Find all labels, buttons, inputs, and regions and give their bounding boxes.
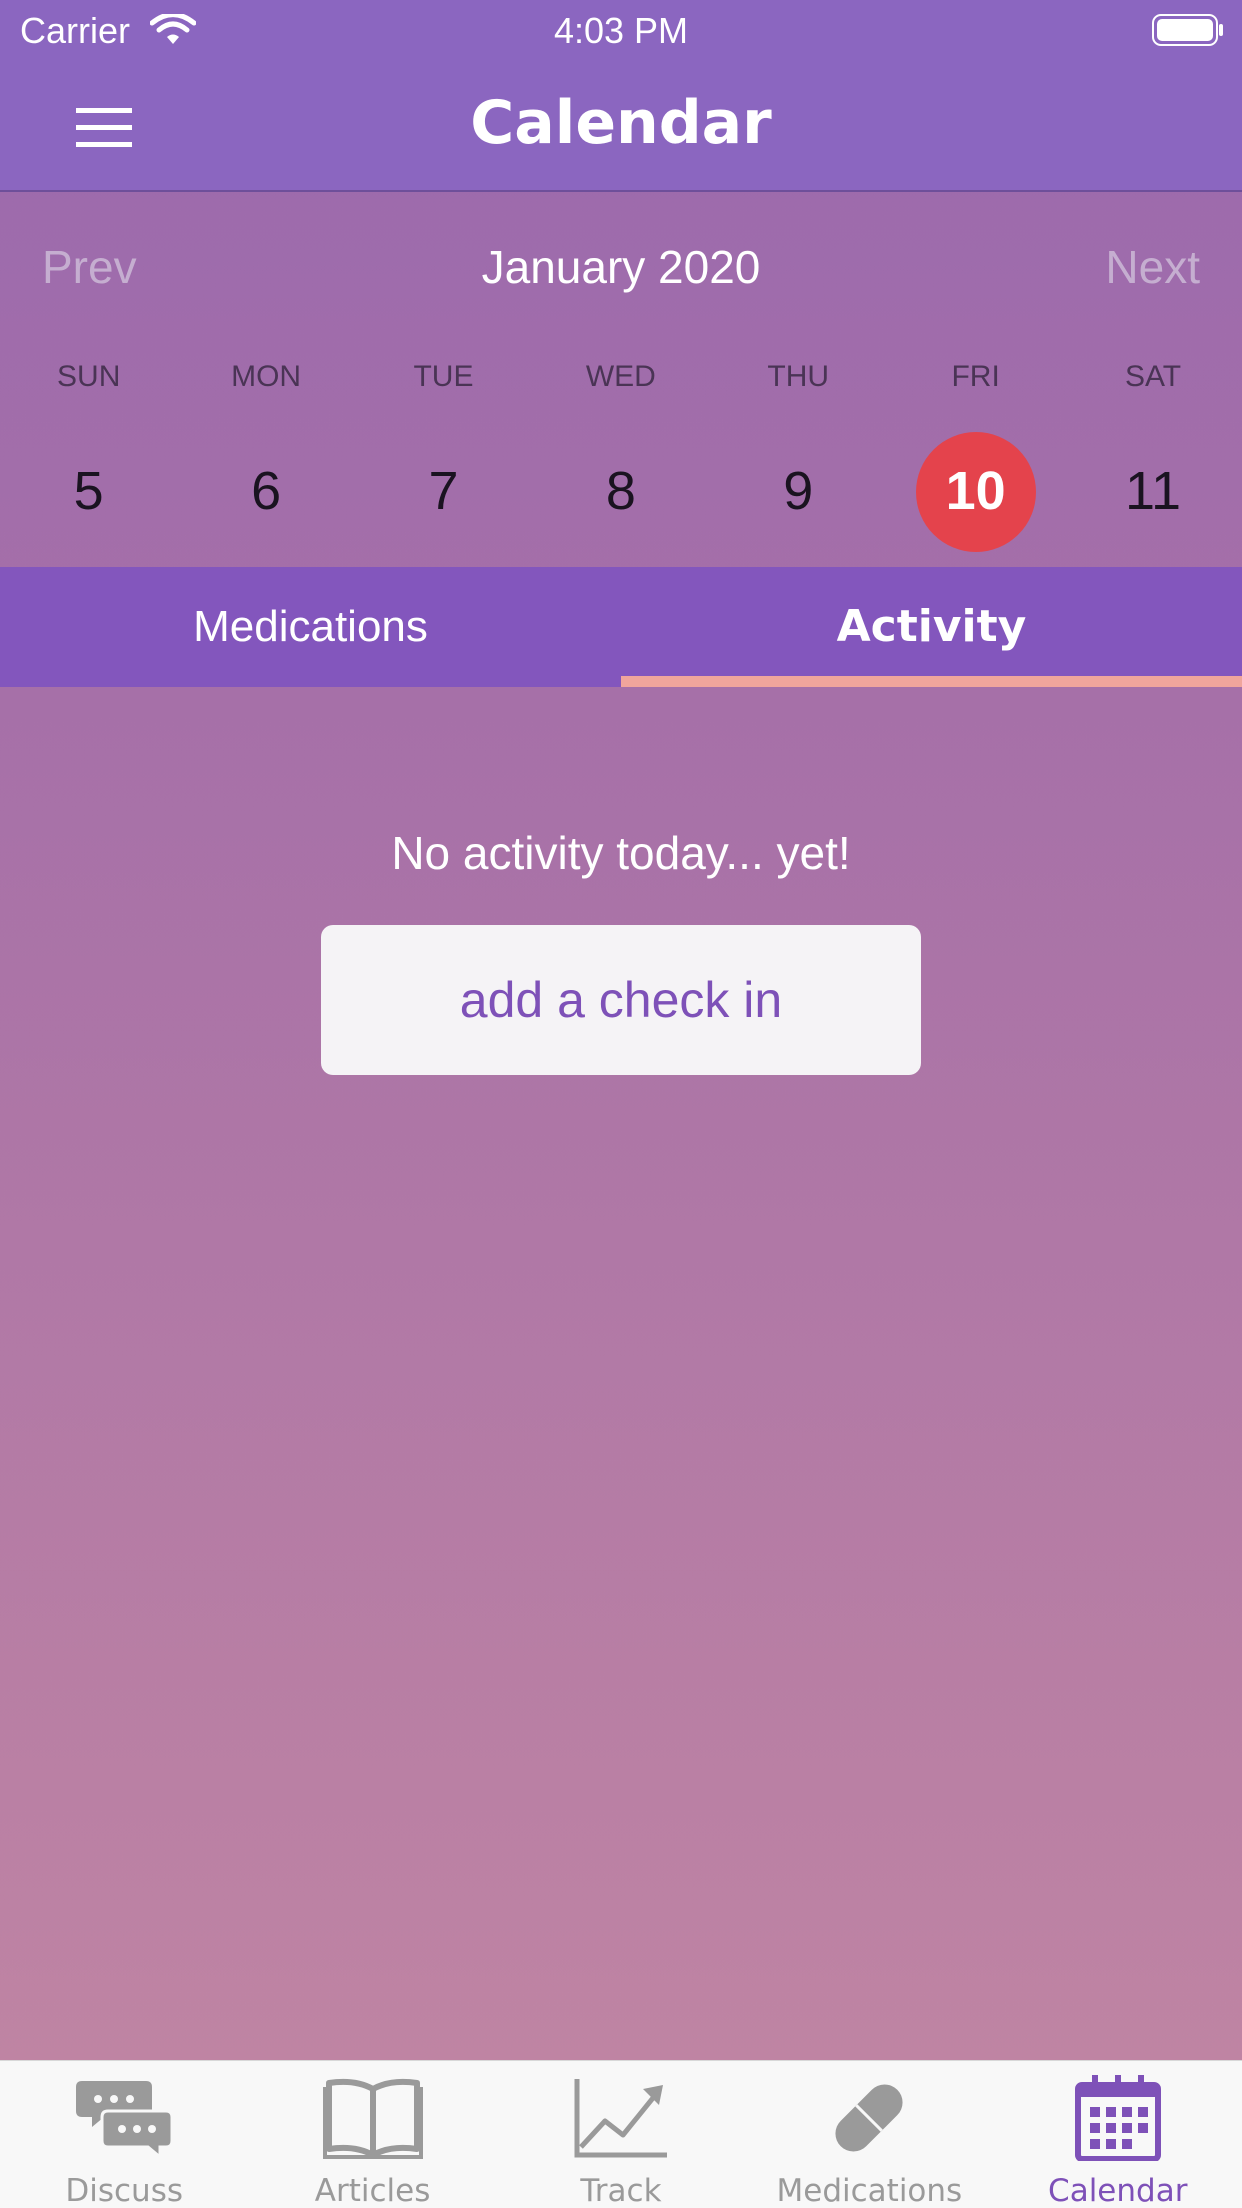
tab-bar-label: Calendar [1048,2173,1188,2208]
tab-bar-label: Discuss [65,2173,184,2208]
date-number: 10 [945,461,1006,521]
tab-activity[interactable]: Activity [621,567,1242,687]
tab-bar-item-medications[interactable]: Medications [745,2061,993,2208]
status-bar: Carrier 4:03 PM [0,0,1242,62]
next-button[interactable]: Next [1105,240,1200,294]
open-book-icon [322,2078,423,2159]
weekday-label: THU [767,360,830,393]
weekday-label: WED [585,360,656,393]
tab-bar-item-discuss[interactable]: Discuss [0,2061,248,2208]
active-tab-underline [621,676,1242,687]
week-dates: 5 6 7 8 9 10 11 [0,428,1242,554]
weekday-label: MON [231,360,302,393]
line-chart-icon [574,2079,667,2158]
top-bar: Carrier 4:03 PM Calendar [0,0,1242,192]
tab-bar-label: Track [580,2173,662,2208]
date-number: 9 [783,461,814,521]
pill-icon [835,2084,903,2152]
date-cell[interactable]: 7 [355,428,532,554]
weekday-label: SUN [57,360,121,393]
date-cell[interactable]: 9 [710,428,887,554]
date-cell[interactable]: 5 [0,428,177,554]
segment-tabs: Medications Activity [0,567,1242,687]
date-number: 7 [428,461,459,521]
date-cell[interactable]: 11 [1064,428,1241,554]
date-number: 5 [73,461,104,521]
weekday-label: TUE [413,360,474,393]
date-cell-selected[interactable]: 10 [887,428,1064,554]
date-cell[interactable]: 8 [532,428,709,554]
month-navigation: Prev January 2020 Next [0,230,1242,300]
weekday-label: FRI [951,360,1000,393]
tab-bar-item-track[interactable]: Track [497,2061,745,2208]
tab-activity-label: Activity [836,601,1027,652]
empty-state-message: No activity today... yet! [391,827,851,879]
tab-bar-label: Articles [314,2173,431,2208]
add-check-in-button[interactable]: add a check in [321,925,921,1075]
tab-bar-item-calendar[interactable]: Calendar [994,2061,1242,2208]
calendar-icon [1074,2075,1161,2161]
weekday-header: SUN MON TUE WED THU FRI SAT [0,360,1242,400]
page-title: Calendar [470,88,772,158]
weekday-label: SAT [1124,360,1182,393]
battery-icon [1152,14,1223,46]
chat-bubbles-icon [76,2081,174,2161]
month-label: January 2020 [481,241,761,293]
tab-bar-label: Medications [776,2173,963,2208]
bottom-tab-bar: Discuss Articles Track Medications Calen… [0,2060,1242,2208]
date-number: 8 [605,461,636,521]
tab-medications[interactable]: Medications [0,567,621,687]
status-time: 4:03 PM [553,10,689,51]
date-number: 6 [251,461,282,521]
date-cell[interactable]: 6 [177,428,354,554]
tab-bar-item-articles[interactable]: Articles [248,2061,496,2208]
date-number: 11 [1125,461,1182,521]
